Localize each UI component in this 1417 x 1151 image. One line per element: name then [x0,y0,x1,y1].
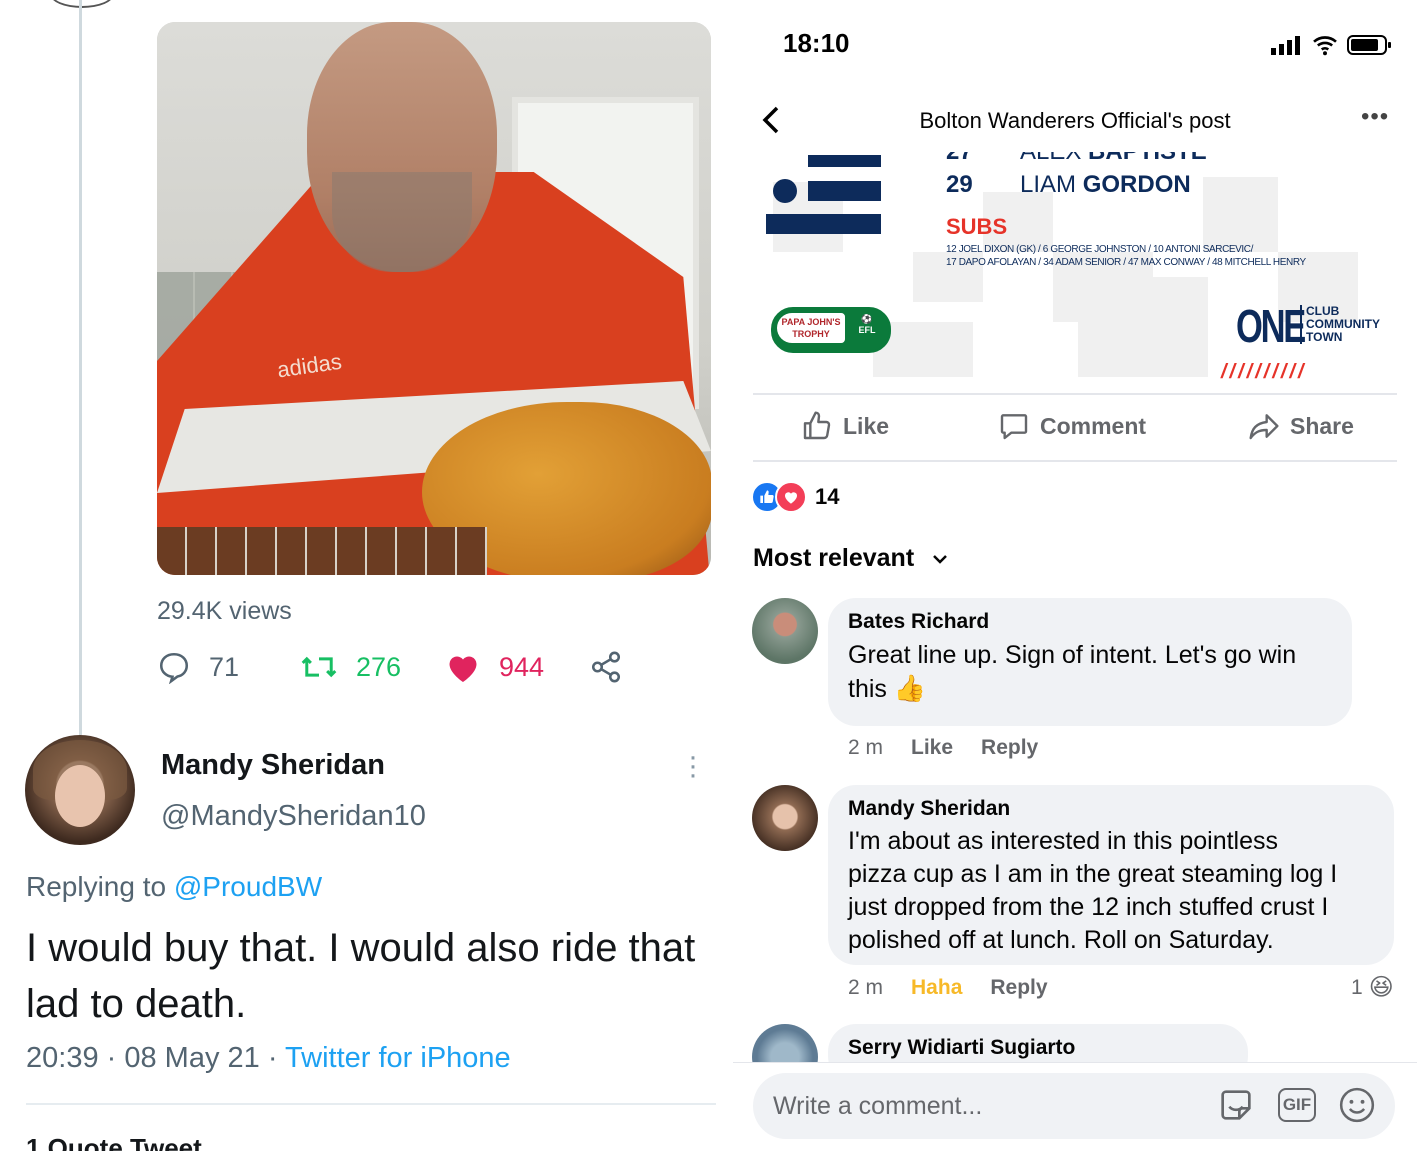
author-name[interactable]: Mandy Sheridan [161,749,385,782]
divider [26,1103,716,1105]
reaction-count: 14 [815,484,840,509]
badge-dot [773,179,797,203]
subs-title: SUBS [946,214,1008,239]
like-count: 944 [499,651,545,682]
author-handle[interactable]: @MandySheridan10 [161,800,426,833]
status-icons [1271,34,1393,56]
sticker-icon[interactable] [1216,1085,1256,1125]
comment-meta: 2 m Haha Reply [848,976,1048,1000]
one-club-logo: ONE [1236,300,1306,352]
avatar[interactable] [752,598,818,664]
papa-johns-trophy-logo: PAPA JOHN'S TROPHY ⚽ EFL [771,307,891,353]
emoji-icon[interactable] [1338,1086,1376,1124]
avatar[interactable] [752,785,818,851]
comment-reply-button[interactable]: Reply [981,736,1038,760]
commenter-name[interactable]: Mandy Sheridan [848,797,1010,821]
comment-text: I'm about as interested in this pointles… [848,827,1338,954]
post-title: Bolton Wanderers Official's post [919,108,1231,133]
comment-icon [1000,414,1028,440]
lineup-number: 29 [946,171,973,198]
retweet-count: 276 [356,651,402,682]
retweet-icon [301,656,337,678]
decorative-slashes: ////////// [1221,361,1307,380]
comment-placeholder: Write a comment... [773,1092,983,1120]
reply-icon [159,652,189,684]
share-button[interactable]: Share [1248,410,1354,442]
lineup-number: 27 [946,152,973,166]
guitar-neck [157,527,487,575]
status-time: 18:10 [783,28,850,58]
commenter-name[interactable]: Serry Widiarti Sugiarto [848,1036,1075,1060]
comment-reply-button[interactable]: Reply [990,976,1047,1000]
signal-icon [1271,36,1300,55]
subs-list-line: 12 JOEL DIXON (GK) / 6 GEORGE JOHNSTON /… [946,244,1254,255]
share-arrow-icon [1249,414,1279,440]
comment-bubble: Bates Richard Great line up. Sign of int… [828,598,1352,726]
thumbs-up-icon [803,411,831,440]
comment-bubble: Mandy Sheridan I'm about as interested i… [828,785,1394,965]
lineup-graphic[interactable]: 27 ALEX BAPTISTE 29 LIAM GORDON SUBS 12 … [733,152,1417,380]
laughing-emoji-icon: 😆 [1368,974,1394,1001]
like-button[interactable]: 944 [445,650,544,684]
lineup-player: LIAM GORDON [1020,171,1191,198]
more-options-icon[interactable]: · · · [686,742,700,790]
chevron-down-icon [933,554,948,564]
thread-line [79,0,82,735]
battery-icon [1347,35,1391,55]
comment-text: Great line up. Sign of intent. Let's go … [848,641,1297,703]
reaction-summary[interactable]: 14 [751,481,839,513]
facebook-panel: 18:10 Bolton Wanderers Official's post •… [733,0,1417,1151]
subs-list-line: 17 DAPO AFOLAYAN / 34 ADAM SENIOR / 47 M… [946,257,1306,268]
embedded-video[interactable]: adidas [157,22,711,575]
comment-haha-button[interactable]: Haha [911,976,962,1000]
thumbs-up-emoji-icon: 👍 [893,673,927,703]
reply-button[interactable]: 71 [157,650,239,684]
wifi-icon [1313,36,1337,56]
gif-icon[interactable]: GIF [1278,1088,1316,1122]
twitter-panel: adidas 29.4K views 71 276 944 Mandy Sher… [0,0,734,1151]
replying-to: Replying to @ProudBW [26,871,323,902]
tweet-actions: 71 276 944 [157,650,637,690]
commenter-name[interactable]: Bates Richard [848,610,989,634]
share-icon [591,651,621,683]
love-reaction-icon [775,481,807,513]
avatar[interactable] [25,735,135,845]
comment-reaction-summary[interactable]: 1 😆 [1351,973,1394,1002]
badge-bar [808,155,881,167]
divider [753,460,1397,462]
quote-tweet-count[interactable]: 1 Quote Tweet [26,1133,202,1151]
heart-icon [449,656,477,682]
previous-avatar-edge [50,0,114,8]
divider [753,393,1397,395]
tweet-text: I would buy that. I would also ride that… [26,926,696,1026]
more-options-icon[interactable]: ••• [1361,103,1389,131]
source-link[interactable]: Twitter for iPhone [285,1042,511,1074]
like-button[interactable]: Like [801,410,889,442]
replying-to-link[interactable]: @ProudBW [174,871,322,902]
reply-count: 71 [209,651,240,682]
comment-like-button[interactable]: Like [911,736,953,760]
timestamp: 20:39 · 08 May 21 · [26,1042,278,1074]
comment-meta: 2 m Like Reply [848,736,1039,760]
retweet-button[interactable]: 276 [300,650,401,684]
share-button[interactable] [589,650,641,684]
tweet-meta: 20:39 · 08 May 21 · Twitter for iPhone [26,1042,511,1075]
club-community-town: CLUB COMMUNITY TOWN [1300,305,1380,344]
comment-input[interactable]: Write a comment... GIF [753,1073,1395,1139]
view-count: 29.4K views [157,597,292,625]
composer-icons: GIF [1216,1085,1398,1125]
post-header: Bolton Wanderers Official's post ••• [733,95,1417,150]
comment-button[interactable]: Comment [998,410,1146,442]
sort-dropdown[interactable]: Most relevant [753,544,948,573]
lineup-player: ALEX BAPTISTE [1020,152,1207,166]
